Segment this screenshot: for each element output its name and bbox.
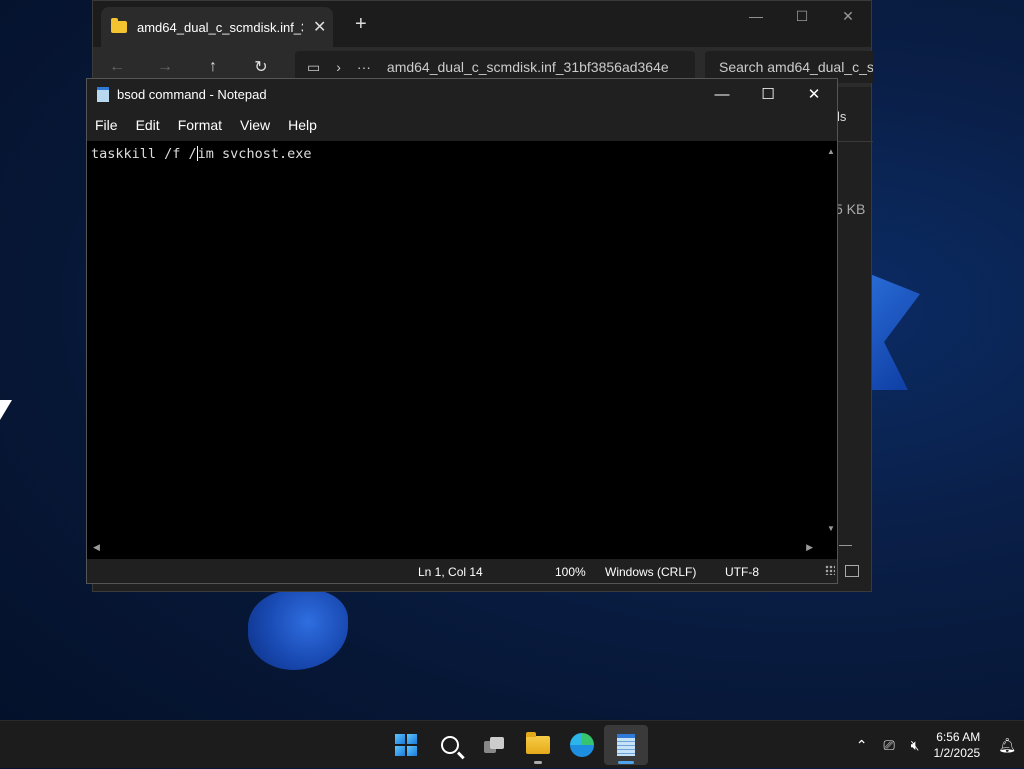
windows-logo-icon <box>395 734 417 756</box>
breadcrumb-more-button[interactable]: ··· <box>357 59 371 75</box>
explorer-close-button[interactable]: ✕ <box>825 1 871 31</box>
mouse-pointer-icon <box>0 400 12 420</box>
notepad-title-bar[interactable]: bsod command - Notepad — ☐ ✕ <box>87 79 837 109</box>
close-tab-icon[interactable]: ✕ <box>313 17 326 37</box>
text-before-caret: taskkill /f / <box>91 146 197 162</box>
maximize-button[interactable]: ☐ <box>745 79 791 109</box>
refresh-button[interactable]: ↻ <box>237 57 285 77</box>
scroll-up-icon[interactable]: ▲ <box>827 147 835 156</box>
taskbar: ⌃ ⎚ 🔇︎ 6:56 AM 1/2/2025 🔔︎ <box>0 720 1024 768</box>
menu-view[interactable]: View <box>232 117 280 133</box>
edge-button[interactable] <box>560 725 604 765</box>
file-size-text: 5 KB <box>835 201 866 217</box>
details-pane-text: ls <box>837 109 847 124</box>
system-tray: ⌃ ⎚ 🔇︎ 6:56 AM 1/2/2025 🔔︎ <box>848 721 1024 769</box>
text-editor-area[interactable]: taskkill /f /im svchost.exe <box>87 141 825 539</box>
forward-button[interactable]: → <box>141 58 189 76</box>
up-button[interactable]: ↑ <box>189 58 237 76</box>
running-indicator <box>534 761 542 764</box>
menu-bar: File Edit Format View Help <box>87 109 837 141</box>
show-hidden-icons-button[interactable]: ⌃ <box>856 737 868 754</box>
tiles-view-icon[interactable] <box>845 565 859 577</box>
clock-time: 6:56 AM <box>936 730 981 744</box>
folder-icon <box>526 732 550 754</box>
menu-file[interactable]: File <box>87 117 128 133</box>
notepad-window[interactable]: bsod command - Notepad — ☐ ✕ File Edit F… <box>86 78 838 584</box>
notepad-button[interactable] <box>604 725 648 765</box>
line-ending: Windows (CRLF) <box>605 565 697 579</box>
minimize-button[interactable]: — <box>699 79 745 109</box>
scroll-down-icon[interactable]: ▼ <box>827 524 835 533</box>
details-view-icon[interactable]: — <box>839 537 852 552</box>
folder-icon <box>111 18 127 33</box>
task-view-icon <box>484 737 504 753</box>
volume-muted-icon[interactable]: 🔇︎ <box>911 737 920 754</box>
horizontal-scrollbar[interactable]: ◀ ▶ <box>87 539 825 559</box>
window-title: bsod command - Notepad <box>117 86 267 102</box>
divider <box>835 141 873 142</box>
taskbar-apps <box>384 721 648 769</box>
vertical-scrollbar[interactable]: ▲ ▼ <box>825 141 837 539</box>
scroll-right-icon[interactable]: ▶ <box>806 542 813 553</box>
menu-help[interactable]: Help <box>280 117 327 133</box>
active-indicator <box>618 761 634 764</box>
notepad-caption-buttons: — ☐ ✕ <box>699 79 837 109</box>
edge-icon <box>570 733 594 757</box>
close-button[interactable]: ✕ <box>791 79 837 109</box>
clock-date: 1/2/2025 <box>933 746 981 760</box>
notepad-icon <box>97 86 109 102</box>
notification-bell-icon[interactable]: 🔔︎ <box>998 737 1016 754</box>
new-tab-button[interactable]: + <box>355 13 367 36</box>
search-icon <box>441 736 459 754</box>
wallpaper-bloom <box>248 590 348 670</box>
encoding: UTF-8 <box>725 565 759 579</box>
back-button[interactable]: ← <box>93 58 141 76</box>
zoom-level: 100% <box>555 565 586 579</box>
scroll-left-icon[interactable]: ◀ <box>93 542 100 553</box>
search-button[interactable] <box>428 725 472 765</box>
explorer-tab[interactable]: amd64_dual_c_scmdisk.inf_31b ✕ <box>101 7 333 47</box>
clock[interactable]: 6:56 AM 1/2/2025 <box>934 729 981 761</box>
cursor-position: Ln 1, Col 14 <box>418 565 483 579</box>
task-view-button[interactable] <box>472 725 516 765</box>
breadcrumb-chevron-icon[interactable]: › <box>336 59 341 75</box>
explorer-tab-bar: amd64_dual_c_scmdisk.inf_31b ✕ + — ☐ ✕ <box>93 1 871 47</box>
resize-grip-icon[interactable] <box>825 565 835 575</box>
breadcrumb-current-folder[interactable]: amd64_dual_c_scmdisk.inf_31bf3856ad364e <box>387 59 669 75</box>
text-after-caret: im svchost.exe <box>197 146 312 162</box>
menu-edit[interactable]: Edit <box>128 117 170 133</box>
network-icon[interactable]: ⎚ <box>883 737 894 754</box>
explorer-minimize-button[interactable]: — <box>733 1 779 31</box>
notepad-icon <box>617 734 635 756</box>
explorer-caption-buttons: — ☐ ✕ <box>733 1 871 31</box>
start-button[interactable] <box>384 725 428 765</box>
this-pc-icon: ▭ <box>307 58 321 75</box>
menu-format[interactable]: Format <box>170 117 232 133</box>
file-explorer-button[interactable] <box>516 725 560 765</box>
explorer-tab-title: amd64_dual_c_scmdisk.inf_31b <box>137 19 303 35</box>
explorer-maximize-button[interactable]: ☐ <box>779 1 825 31</box>
status-bar: Ln 1, Col 14 100% Windows (CRLF) UTF-8 <box>87 559 837 583</box>
